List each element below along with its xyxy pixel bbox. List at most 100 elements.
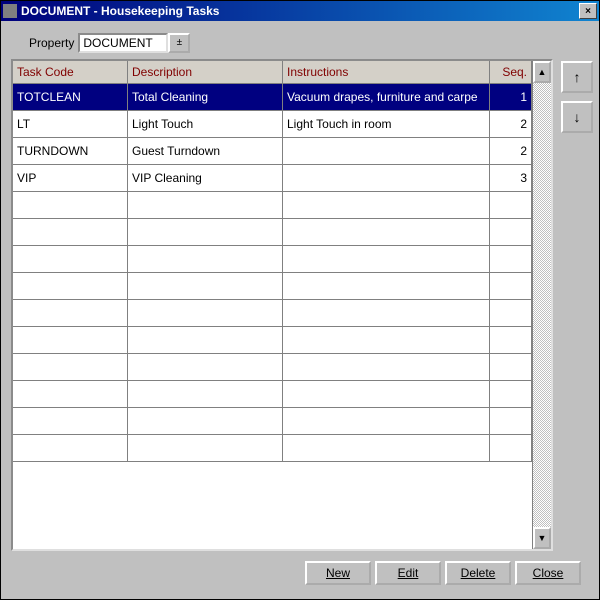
cell-seq [490,246,532,272]
delete-label: Delete [461,566,496,580]
content-area: Property ± Task Code Description Instruc… [1,21,599,599]
table-row[interactable] [13,408,532,435]
cell-desc: Total Cleaning [128,84,283,110]
cell-instr [283,219,490,245]
cell-instr: Light Touch in room [283,111,490,137]
close-button[interactable]: Close [515,561,581,585]
cell-desc [128,408,283,434]
new-button[interactable]: New [305,561,371,585]
cell-instr [283,381,490,407]
table-row[interactable] [13,219,532,246]
cell-code [13,246,128,272]
table-row[interactable]: TOTCLEANTotal CleaningVacuum drapes, fur… [13,84,532,111]
cell-desc [128,435,283,461]
cell-seq: 1 [490,84,532,110]
cell-seq: 2 [490,111,532,137]
cell-desc [128,327,283,353]
cell-seq [490,327,532,353]
cell-seq [490,300,532,326]
delete-button[interactable]: Delete [445,561,511,585]
table-row[interactable] [13,327,532,354]
cell-desc [128,273,283,299]
table-row[interactable]: TURNDOWNGuest Turndown 2 [13,138,532,165]
cell-seq [490,192,532,218]
cell-desc: Light Touch [128,111,283,137]
footer-buttons: New Edit Delete Close [11,551,589,589]
cell-code [13,327,128,353]
cell-desc [128,192,283,218]
property-combo[interactable]: ± [78,33,190,53]
cell-instr [283,300,490,326]
cell-seq [490,435,532,461]
col-description[interactable]: Description [128,61,283,83]
cell-code [13,354,128,380]
cell-code [13,300,128,326]
cell-desc: Guest Turndown [128,138,283,164]
cell-desc [128,219,283,245]
cell-code [13,408,128,434]
cell-instr [283,246,490,272]
cell-code: VIP [13,165,128,191]
cell-seq [490,273,532,299]
cell-code [13,219,128,245]
scroll-up-icon[interactable]: ▲ [533,61,551,83]
cell-instr [283,165,490,191]
cell-code [13,192,128,218]
cell-seq: 3 [490,165,532,191]
cell-seq [490,354,532,380]
cell-instr [283,273,490,299]
dropdown-icon[interactable]: ± [168,33,190,53]
cell-instr: Vacuum drapes, furniture and carpe [283,84,490,110]
table-row[interactable] [13,273,532,300]
table-row[interactable] [13,300,532,327]
table-row[interactable] [13,354,532,381]
window-title: DOCUMENT - Housekeeping Tasks [21,4,577,18]
col-seq[interactable]: Seq. [490,61,532,83]
cell-desc [128,300,283,326]
cell-code: LT [13,111,128,137]
cell-code: TURNDOWN [13,138,128,164]
edit-button[interactable]: Edit [375,561,441,585]
cell-seq [490,219,532,245]
table-row[interactable] [13,246,532,273]
app-icon [3,4,17,18]
cell-instr [283,354,490,380]
scroll-down-icon[interactable]: ▼ [533,527,551,549]
table-row[interactable]: VIPVIP Cleaning 3 [13,165,532,192]
cell-instr [283,138,490,164]
cell-code [13,381,128,407]
table-row[interactable] [13,381,532,408]
col-instructions[interactable]: Instructions [283,61,490,83]
close-label: Close [533,566,564,580]
titlebar: DOCUMENT - Housekeeping Tasks × [1,1,599,21]
property-input[interactable] [78,33,168,53]
cell-code: TOTCLEAN [13,84,128,110]
cell-desc [128,246,283,272]
scrollbar-vertical[interactable]: ▲ ▼ [532,61,551,549]
col-task-code[interactable]: Task Code [13,61,128,83]
property-row: Property ± [29,33,589,53]
cell-desc [128,381,283,407]
scroll-track[interactable] [533,83,551,527]
cell-seq [490,408,532,434]
table-row[interactable] [13,435,532,462]
table-wrap: Task Code Description Instructions Seq. … [11,59,589,551]
grid-header: Task Code Description Instructions Seq. [13,61,532,84]
cell-instr [283,327,490,353]
cell-seq: 2 [490,138,532,164]
close-icon[interactable]: × [579,3,597,19]
cell-seq [490,381,532,407]
table-row[interactable]: LTLight TouchLight Touch in room2 [13,111,532,138]
new-label: New [326,566,350,580]
cell-desc: VIP Cleaning [128,165,283,191]
cell-desc [128,354,283,380]
cell-instr [283,435,490,461]
cell-code [13,273,128,299]
table-area: Task Code Description Instructions Seq. … [11,59,553,551]
table-row[interactable] [13,192,532,219]
move-down-button[interactable]: ↓ [561,101,593,133]
window: DOCUMENT - Housekeeping Tasks × Property… [0,0,600,600]
move-up-button[interactable]: ↑ [561,61,593,93]
reorder-buttons: ↑ ↓ [561,59,589,551]
property-label: Property [29,36,74,50]
